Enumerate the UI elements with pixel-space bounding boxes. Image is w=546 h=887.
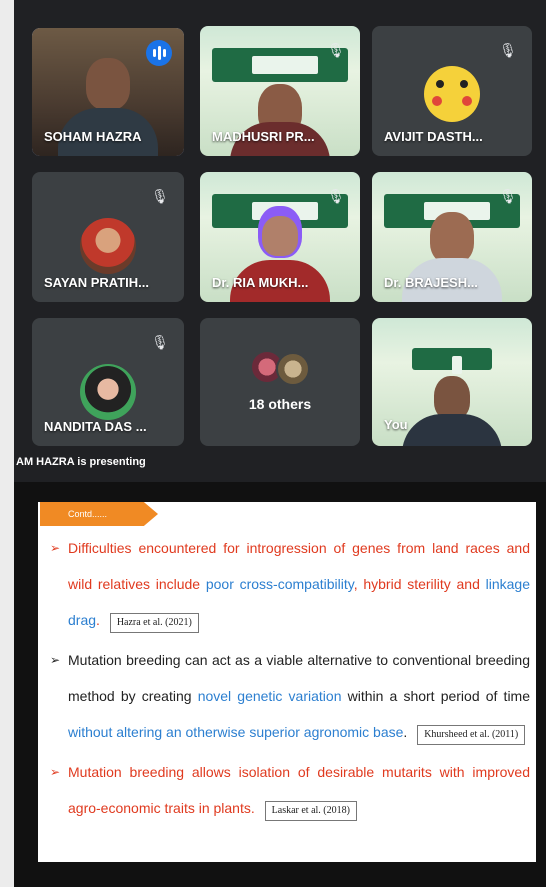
slide-bullet-2: ➢ Mutation breeding can act as a viable …	[50, 642, 530, 750]
participant-name: SOHAM HAZRA	[44, 129, 142, 144]
background-banner	[412, 348, 492, 374]
participant-name: Dr. BRAJESH...	[384, 275, 478, 290]
participant-face-skin	[262, 216, 298, 256]
mic-off-icon: 🎙	[151, 334, 169, 350]
slide-bullet-1: ➢ Difficulties encountered for introgres…	[50, 530, 530, 638]
participant-tile-self[interactable]: You	[372, 318, 532, 446]
mic-off-icon: 🎙	[151, 188, 169, 204]
screen: SOHAM HAZRA 🎙 MADHUSRI PR... 🎙 AVIJIT DA…	[0, 0, 546, 887]
participant-tile-madhusri[interactable]: 🎙 MADHUSRI PR...	[200, 26, 360, 156]
mic-off-icon: 🎙	[327, 42, 345, 58]
arrow-bullet-icon: ➢	[50, 653, 61, 667]
mic-off-icon: 🎙	[499, 42, 517, 58]
citation: Laskar et al. (2018)	[264, 801, 357, 821]
participant-tile-sayan[interactable]: 🎙 SAYAN PRATIH...	[32, 172, 184, 302]
others-count: 18 others	[248, 396, 312, 412]
avatar	[80, 364, 136, 420]
presentation-slide: Contd...... ➢ Difficulties encountered f…	[38, 502, 536, 862]
arrow-bullet-icon: ➢	[50, 541, 61, 555]
contd-tag: Contd......	[40, 502, 158, 526]
participant-tile-brajesh[interactable]: 🎙 Dr. BRAJESH...	[372, 172, 532, 302]
participant-name: AVIJIT DASTH...	[384, 129, 483, 144]
mic-off-icon: 🎙	[499, 188, 517, 204]
participant-name: MADHUSRI PR...	[212, 129, 315, 144]
participant-tile-ria[interactable]: 🎙 Dr. RIA MUKH...	[200, 172, 360, 302]
arrow-bullet-icon: ➢	[50, 765, 61, 779]
participant-name: Dr. RIA MUKH...	[212, 275, 309, 290]
participant-name: You	[384, 417, 408, 432]
participant-face	[430, 212, 474, 264]
participant-body	[402, 414, 502, 446]
participant-name: SAYAN PRATIH...	[44, 275, 149, 290]
citation: Hazra et al. (2021)	[109, 613, 199, 633]
participant-face	[86, 58, 130, 110]
slide-bullets: ➢ Difficulties encountered for introgres…	[50, 530, 530, 830]
participant-tile-nandita[interactable]: 🎙 NANDITA DAS ...	[32, 318, 184, 446]
speaking-indicator-icon	[146, 40, 172, 66]
presenting-status: AM HAZRA is presenting	[16, 456, 146, 468]
presentation-area: Contd...... ➢ Difficulties encountered f…	[14, 482, 546, 887]
avatar	[80, 218, 136, 274]
slide-bullet-3: ➢ Mutation breeding allows isolation of …	[50, 754, 530, 826]
mic-off-icon: 🎙	[327, 188, 345, 204]
avatar	[424, 66, 480, 122]
participant-name: NANDITA DAS ...	[44, 419, 147, 434]
citation: Khursheed et al. (2011)	[417, 725, 526, 745]
avatar	[276, 352, 310, 386]
participant-tile-soham[interactable]: SOHAM HAZRA	[32, 28, 184, 156]
participant-tile-avijit[interactable]: 🎙 AVIJIT DASTH...	[372, 26, 532, 156]
participant-tile-others[interactable]: 18 others	[200, 318, 360, 446]
